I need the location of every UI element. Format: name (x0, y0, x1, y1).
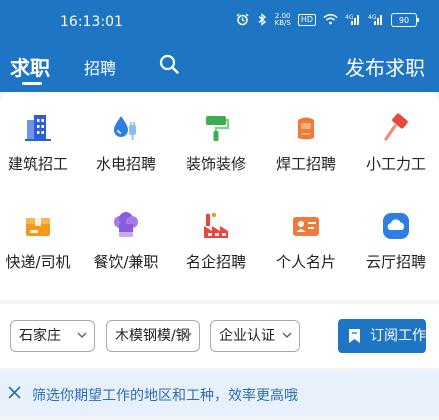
certification-select-value: 企业认证 (219, 328, 275, 344)
category-laborer[interactable]: 小工力工 (352, 112, 439, 174)
category-label: 小工力工 (365, 155, 426, 173)
category-label: 餐饮/兼职 (93, 253, 159, 271)
category-label: 个人名片 (275, 253, 336, 271)
trade-select-value: 木模钢模/钢 (115, 328, 190, 344)
alarm-icon (236, 13, 249, 27)
status-icons: 2.00 KB/S HD 4G 4G 90 (236, 13, 419, 27)
svg-text:4G: 4G (368, 14, 377, 21)
search-icon[interactable] (158, 53, 180, 75)
category-label: 云厅招聘 (365, 253, 426, 271)
subscribe-label: 订阅工作 (370, 328, 426, 344)
category-courier-driver[interactable]: 快递/司机 (0, 210, 82, 272)
chevron-down-icon (182, 332, 192, 339)
top-nav: 求职 招聘 发布求职 (0, 44, 439, 88)
city-select[interactable]: 石家庄 (10, 320, 95, 352)
close-icon[interactable] (8, 386, 21, 399)
category-business-card[interactable]: 个人名片 (262, 210, 350, 272)
tab-recruiting[interactable]: 招聘 (84, 55, 116, 79)
category-construction[interactable]: 建筑招工 (0, 112, 82, 174)
subscribe-jobs-button[interactable]: 订阅工作 (338, 319, 426, 353)
signal-icon-1: 4G (345, 13, 361, 27)
chevron-down-icon (77, 332, 87, 339)
status-time: 16:13:01 (60, 14, 123, 30)
app-header: 16:13:01 2.00 KB/S HD 4G 4G 90 求职 招聘 发布求… (0, 0, 439, 92)
building-icon (0, 112, 82, 144)
hd-badge: HD (297, 14, 316, 26)
bluetooth-off-icon (256, 13, 268, 27)
cloud-icon (352, 210, 439, 242)
category-label: 名企招聘 (185, 253, 246, 271)
paint-roller-icon (172, 112, 260, 144)
filter-tip-banner: 筛选你期望工作的地区和工种，效率更高哦 (0, 372, 439, 416)
category-famous-enterprise[interactable]: 名企招聘 (172, 210, 260, 272)
category-label: 装饰装修 (185, 155, 246, 173)
net-speed: 2.00 KB/S (275, 13, 291, 27)
svg-text:4G: 4G (345, 14, 354, 21)
tip-text: 筛选你期望工作的地区和工种，效率更高哦 (32, 388, 298, 404)
category-welder[interactable]: 焊工招聘 (262, 112, 350, 174)
category-plumbing-electric[interactable]: 水电招聘 (82, 112, 170, 174)
category-label: 建筑招工 (7, 155, 68, 173)
tab-active-indicator (22, 82, 42, 85)
category-cloud-hall[interactable]: 云厅招聘 (352, 210, 439, 272)
city-select-value: 石家庄 (19, 328, 61, 344)
signal-icon-2: 4G (368, 13, 384, 27)
net-speed-unit: KB/S (274, 19, 291, 27)
hammer-icon (352, 112, 439, 144)
category-decoration[interactable]: 装饰装修 (172, 112, 260, 174)
trade-select[interactable]: 木模钢模/钢 (106, 320, 200, 352)
water-drop-plug-icon (82, 112, 170, 144)
bookmark-icon (349, 329, 360, 343)
factory-icon (172, 210, 260, 242)
status-bar: 16:13:01 2.00 KB/S HD 4G 4G 90 (0, 0, 439, 40)
category-label: 焊工招聘 (275, 155, 336, 173)
filter-bar: 石家庄 木模钢模/钢 企业认证 订阅工作 (0, 304, 439, 368)
chevron-down-icon (282, 332, 292, 339)
package-box-icon (0, 210, 82, 242)
wifi-icon (323, 13, 338, 27)
tab-job-seeking[interactable]: 求职 (10, 52, 50, 81)
chef-hat-icon (82, 210, 170, 242)
welding-mask-icon (262, 112, 350, 144)
publish-job-button[interactable]: 发布求职 (345, 52, 425, 81)
certification-select[interactable]: 企业认证 (210, 320, 300, 352)
battery-icon: 90 (391, 13, 419, 27)
category-catering[interactable]: 餐饮/兼职 (82, 210, 170, 272)
category-label: 水电招聘 (95, 155, 156, 173)
category-grid: 建筑招工 水电招聘 装饰装修 焊工招聘 小工力工 快递/司机 餐饮/兼职 名企招… (0, 92, 439, 300)
category-label: 快递/司机 (5, 253, 71, 271)
business-card-icon (262, 210, 350, 242)
